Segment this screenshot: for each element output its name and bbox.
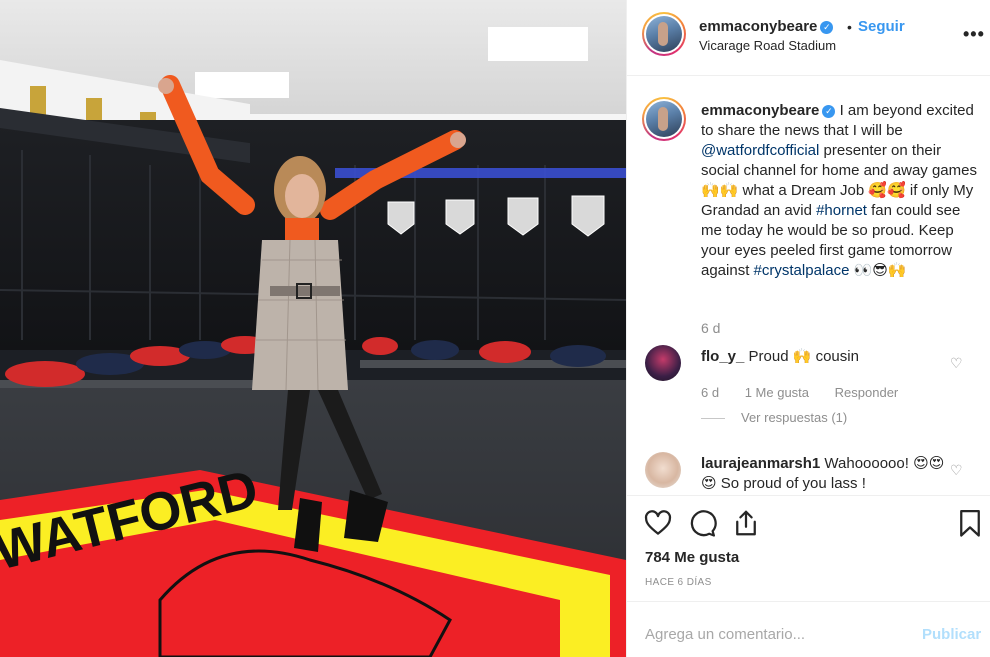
hashtag-link-crystalpalace[interactable]: #crystalpalace [754, 262, 850, 279]
post-caption: emmaconybeare ✓ I am beyond excited to sh… [701, 101, 983, 281]
author-username-link[interactable]: emmaconybeare ✓ [699, 18, 834, 35]
post-actions-bar: 784 Me gusta HACE 6 DÍAS [627, 495, 990, 601]
comments-list[interactable]: emmaconybeare ✓ I am beyond excited to sh… [627, 77, 990, 495]
header-separator: • [847, 19, 852, 35]
comment-item: flo_y_ Proud 🙌 cousin [701, 347, 951, 367]
caption-avatar[interactable] [642, 97, 686, 141]
caption-time[interactable]: 6 d [701, 320, 720, 336]
post-side-panel: emmaconybeare ✓ • Seguir Vicarage Road St… [626, 0, 990, 657]
comment-time[interactable]: 6 d [701, 385, 719, 400]
comment-like-heart-icon[interactable]: ♡ [950, 355, 963, 372]
follow-button[interactable]: Seguir [858, 18, 905, 35]
comment-icon[interactable] [687, 508, 717, 538]
comment-likes-link[interactable]: 1 Me gusta [745, 385, 809, 400]
changing-room-image: WATFORD [0, 0, 626, 657]
bookmark-icon[interactable] [955, 508, 985, 538]
post-header: emmaconybeare ✓ • Seguir Vicarage Road St… [627, 0, 990, 76]
comment-avatar[interactable] [645, 345, 681, 381]
comment-like-heart-icon[interactable]: ♡ [950, 462, 963, 479]
hashtag-link-hornet[interactable]: #hornet [816, 202, 867, 219]
mention-link[interactable]: @watfordfcofficial [701, 142, 819, 159]
author-username[interactable]: emmaconybeare [699, 18, 817, 35]
verified-icon: ✓ [822, 105, 836, 118]
add-comment-bar: Agrega un comentario... Publicar [627, 601, 990, 657]
caption-text-4: 👀😎🙌 [849, 262, 907, 279]
post-time[interactable]: HACE 6 DÍAS [645, 577, 712, 588]
comment-avatar[interactable] [645, 452, 681, 488]
comment-meta: 6 d 1 Me gusta Responder [701, 385, 920, 400]
comment-username[interactable]: laurajeanmarsh1 [701, 455, 820, 472]
verified-icon: ✓ [820, 21, 834, 34]
comment-input[interactable]: Agrega un comentario... [645, 626, 805, 643]
share-icon[interactable] [731, 508, 761, 538]
reply-button[interactable]: Responder [835, 385, 899, 400]
heart-icon[interactable] [643, 508, 673, 538]
replies-divider-line [701, 418, 725, 420]
caption-username[interactable]: emmaconybeare [701, 102, 819, 119]
view-replies-label[interactable]: Ver respuestas (1) [741, 410, 847, 425]
post-photo[interactable]: WATFORD [0, 0, 626, 657]
post-comment-button[interactable]: Publicar [922, 626, 981, 643]
location-link[interactable]: Vicarage Road Stadium [699, 38, 836, 53]
comment-item: laurajeanmarsh1 Wahoooooo! 😍😍😍 So proud … [701, 454, 946, 494]
more-icon[interactable]: ••• [963, 24, 985, 45]
likes-count[interactable]: 784 Me gusta [645, 549, 739, 566]
comment-username[interactable]: flo_y_ [701, 348, 744, 365]
author-avatar[interactable] [642, 12, 686, 56]
view-replies-button[interactable]: Ver respuestas (1) [701, 410, 847, 425]
comment-text: Proud 🙌 cousin [744, 348, 859, 365]
